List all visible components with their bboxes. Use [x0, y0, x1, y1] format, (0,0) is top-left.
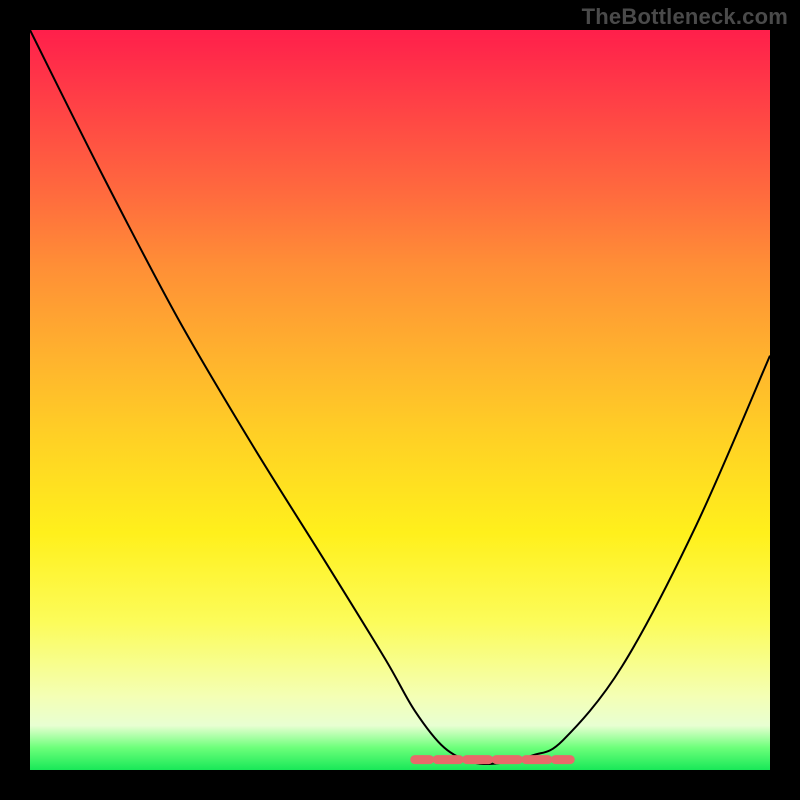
bottleneck-curve [30, 30, 770, 764]
curve-svg [30, 30, 770, 770]
plot-area [30, 30, 770, 770]
watermark-text: TheBottleneck.com [582, 4, 788, 30]
chart-stage: TheBottleneck.com [0, 0, 800, 800]
